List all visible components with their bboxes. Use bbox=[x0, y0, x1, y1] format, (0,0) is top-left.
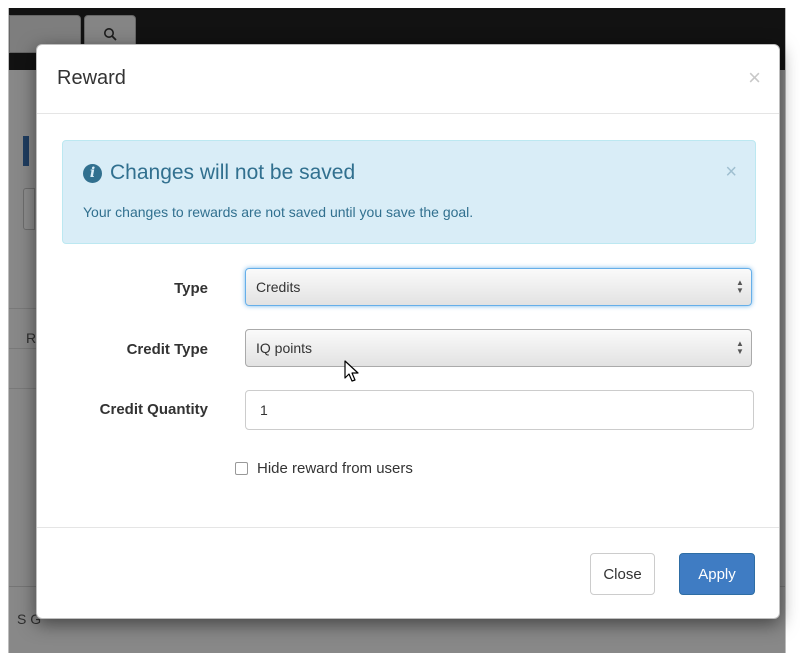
close-icon[interactable]: × bbox=[748, 65, 761, 91]
type-label: Type bbox=[174, 280, 208, 297]
select-arrows-icon: ▲ ▼ bbox=[736, 339, 744, 356]
info-circle-icon: i bbox=[83, 163, 102, 183]
apply-button[interactable]: Apply bbox=[679, 553, 755, 595]
credit-quantity-input[interactable] bbox=[245, 390, 754, 430]
credit-quantity-label: Credit Quantity bbox=[99, 401, 208, 418]
mouse-cursor-icon bbox=[344, 360, 359, 382]
modal-header: Reward × bbox=[37, 45, 779, 114]
modal-footer: Close Apply bbox=[37, 527, 779, 619]
hide-reward-checkbox[interactable] bbox=[235, 462, 248, 475]
hide-reward-label[interactable]: Hide reward from users bbox=[257, 460, 413, 477]
alert-title-text: Changes will not be saved bbox=[110, 161, 356, 184]
alert-close-icon[interactable]: × bbox=[725, 161, 737, 184]
type-select-value: Credits bbox=[256, 279, 301, 295]
modal-title: Reward bbox=[57, 67, 126, 89]
credit-type-select-value: IQ points bbox=[256, 340, 313, 356]
select-arrows-icon: ▲ ▼ bbox=[736, 278, 744, 295]
credit-type-select[interactable]: IQ points ▲ ▼ bbox=[245, 329, 752, 367]
alert-message: Your changes to rewards are not saved un… bbox=[83, 204, 474, 220]
info-alert: i Changes will not be saved Your changes… bbox=[62, 140, 756, 244]
type-select[interactable]: Credits ▲ ▼ bbox=[245, 268, 752, 306]
hide-reward-option[interactable]: Hide reward from users bbox=[235, 460, 413, 477]
credit-type-label: Credit Type bbox=[126, 341, 208, 358]
alert-title: i Changes will not be saved bbox=[83, 161, 355, 185]
close-button[interactable]: Close bbox=[590, 553, 655, 595]
reward-modal: Reward × i Changes will not be saved You… bbox=[36, 44, 780, 619]
